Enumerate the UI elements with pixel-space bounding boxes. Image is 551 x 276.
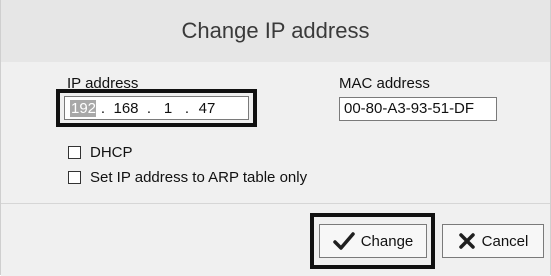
ip-address-input[interactable]: 192 . 168 . 1 . 47 [64, 96, 249, 120]
cancel-button[interactable]: Cancel [442, 224, 544, 258]
dialog-body: IP address MAC address 192 . 168 . 1 . 4… [1, 62, 550, 203]
arp-only-label: Set IP address to ARP table only [90, 169, 308, 186]
ip-separator: . [184, 99, 190, 117]
x-icon [458, 232, 476, 250]
dhcp-label: DHCP [90, 144, 133, 161]
cancel-button-label: Cancel [481, 232, 529, 250]
checkmark-icon [332, 232, 355, 250]
ip-octet-3[interactable]: 1 [156, 100, 180, 117]
ip-octet-2[interactable]: 168 [110, 100, 142, 117]
change-button[interactable]: Change [319, 224, 427, 258]
arp-only-option[interactable]: Set IP address to ARP table only [68, 169, 307, 186]
dialog-footer: Change Cancel [1, 203, 550, 276]
ip-octet-4[interactable]: 47 [194, 100, 220, 117]
dialog-title: Change IP address [181, 18, 370, 43]
ip-separator: . [100, 99, 106, 117]
arp-only-checkbox[interactable] [68, 171, 81, 184]
ip-octet-1[interactable]: 192 [70, 99, 96, 117]
change-ip-dialog: Change IP address IP address MAC address… [0, 0, 551, 276]
ip-separator: . [146, 99, 152, 117]
dialog-title-bar: Change IP address [1, 0, 550, 62]
change-button-label: Change [360, 232, 414, 250]
dhcp-option[interactable]: DHCP [68, 144, 133, 161]
mac-address-input[interactable]: 00-80-A3-93-51-DF [339, 97, 497, 121]
dhcp-checkbox[interactable] [68, 146, 81, 159]
mac-address-label: MAC address [339, 75, 430, 92]
